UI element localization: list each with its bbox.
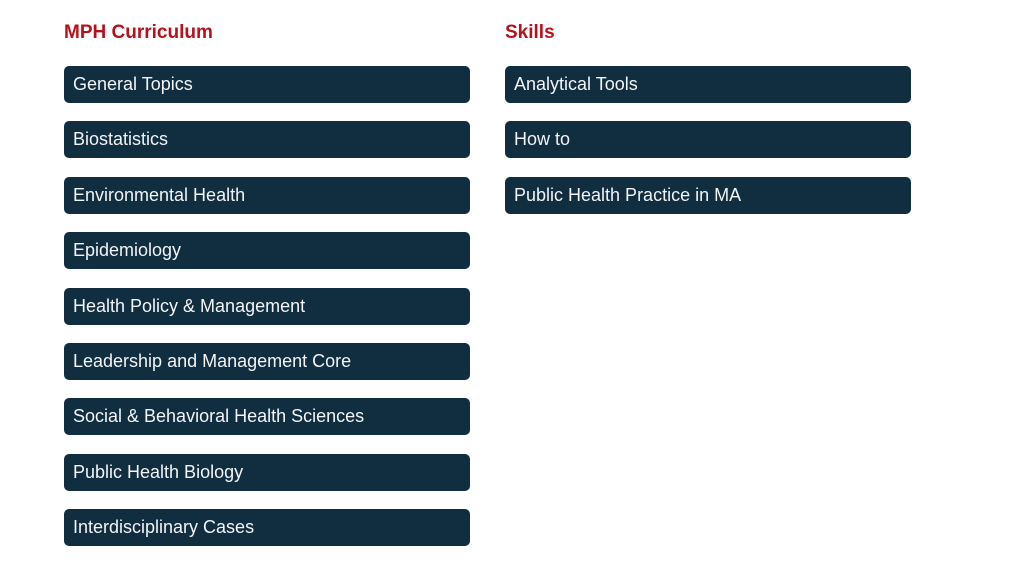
link-how-to[interactable]: How to xyxy=(505,121,911,159)
mph-curriculum-heading: MPH Curriculum xyxy=(64,22,213,43)
link-public-health-practice-ma[interactable]: Public Health Practice in MA xyxy=(505,176,911,214)
link-general-topics[interactable]: General Topics xyxy=(64,66,470,103)
link-public-health-biology[interactable]: Public Health Biology xyxy=(64,453,470,491)
link-environmental-health[interactable]: Environmental Health xyxy=(64,176,470,214)
skills-section: Skills Analytical Tools How to Public He… xyxy=(505,22,911,232)
link-leadership-management-core[interactable]: Leadership and Management Core xyxy=(64,342,470,380)
skills-heading: Skills xyxy=(505,22,555,43)
link-health-policy-management[interactable]: Health Policy & Management xyxy=(64,287,470,325)
link-social-behavioral-health-sciences[interactable]: Social & Behavioral Health Sciences xyxy=(64,398,470,436)
link-biostatistics[interactable]: Biostatistics xyxy=(64,121,470,159)
link-epidemiology[interactable]: Epidemiology xyxy=(64,232,470,270)
link-interdisciplinary-cases[interactable]: Interdisciplinary Cases xyxy=(64,509,470,547)
link-analytical-tools[interactable]: Analytical Tools xyxy=(505,66,911,103)
mph-curriculum-section: MPH Curriculum General Topics Biostatist… xyxy=(64,22,470,565)
